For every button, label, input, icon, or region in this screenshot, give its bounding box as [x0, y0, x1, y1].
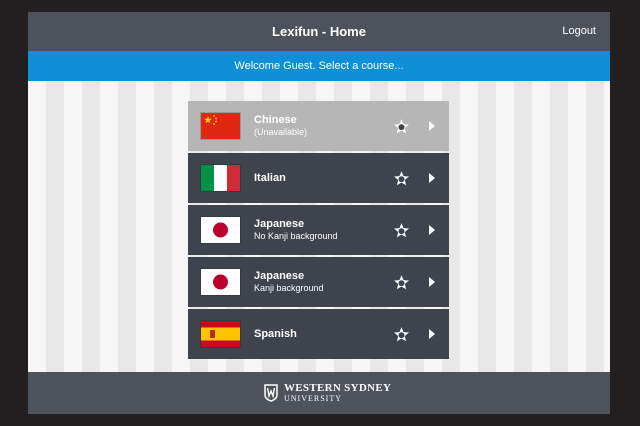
- header-bar: Lexifun - Home Logout: [28, 12, 610, 51]
- spain-flag-icon: [201, 321, 240, 347]
- chevron-right-icon: [429, 277, 435, 287]
- course-name: Japanese: [254, 218, 305, 230]
- course-item-chinese[interactable]: Chinese (Unavailable): [188, 101, 449, 151]
- page-title: Lexifun - Home: [272, 24, 366, 39]
- footer-bar: WESTERN SYDNEY UNIVERSITY: [28, 372, 610, 414]
- course-name: Japanese: [254, 270, 305, 282]
- welcome-banner: Welcome Guest. Select a course...: [28, 51, 610, 81]
- chevron-right-icon: [429, 225, 435, 235]
- chevron-right-icon: [429, 173, 435, 183]
- course-item-italian[interactable]: Italian: [188, 153, 449, 203]
- china-flag-icon: [201, 113, 240, 139]
- course-subtitle: Kanji background: [254, 283, 324, 293]
- star-badge-icon: [394, 327, 409, 342]
- course-list-area: Chinese (Unavailable) Italian Japanese N…: [28, 81, 610, 372]
- star-badge-icon: [394, 171, 409, 186]
- logo-text-line1: WESTERN SYDNEY: [284, 382, 392, 394]
- japan-flag-icon: [201, 217, 240, 243]
- app-window: Lexifun - Home Logout Welcome Guest. Sel…: [28, 12, 610, 414]
- course-name: Chinese: [254, 114, 297, 126]
- course-list: Chinese (Unavailable) Italian Japanese N…: [188, 101, 449, 361]
- course-item-japanese-no-kanji[interactable]: Japanese No Kanji background: [188, 205, 449, 255]
- star-badge-icon: [394, 275, 409, 290]
- star-badge-icon: [394, 119, 409, 134]
- japan-flag-icon: [201, 269, 240, 295]
- italy-flag-icon: [201, 165, 240, 191]
- logout-button[interactable]: Logout: [562, 12, 596, 51]
- course-item-japanese-kanji[interactable]: Japanese Kanji background: [188, 257, 449, 307]
- shield-icon: [264, 384, 278, 402]
- course-name: Italian: [254, 171, 286, 184]
- course-subtitle: No Kanji background: [254, 231, 338, 241]
- course-name: Spanish: [254, 327, 297, 340]
- logo-text-line2: UNIVERSITY: [284, 394, 342, 403]
- chevron-right-icon: [429, 329, 435, 339]
- course-item-spanish[interactable]: Spanish: [188, 309, 449, 359]
- course-subtitle: (Unavailable): [254, 127, 308, 137]
- star-badge-icon: [394, 223, 409, 238]
- university-logo: WESTERN SYDNEY UNIVERSITY: [264, 382, 391, 404]
- chevron-right-icon: [429, 121, 435, 131]
